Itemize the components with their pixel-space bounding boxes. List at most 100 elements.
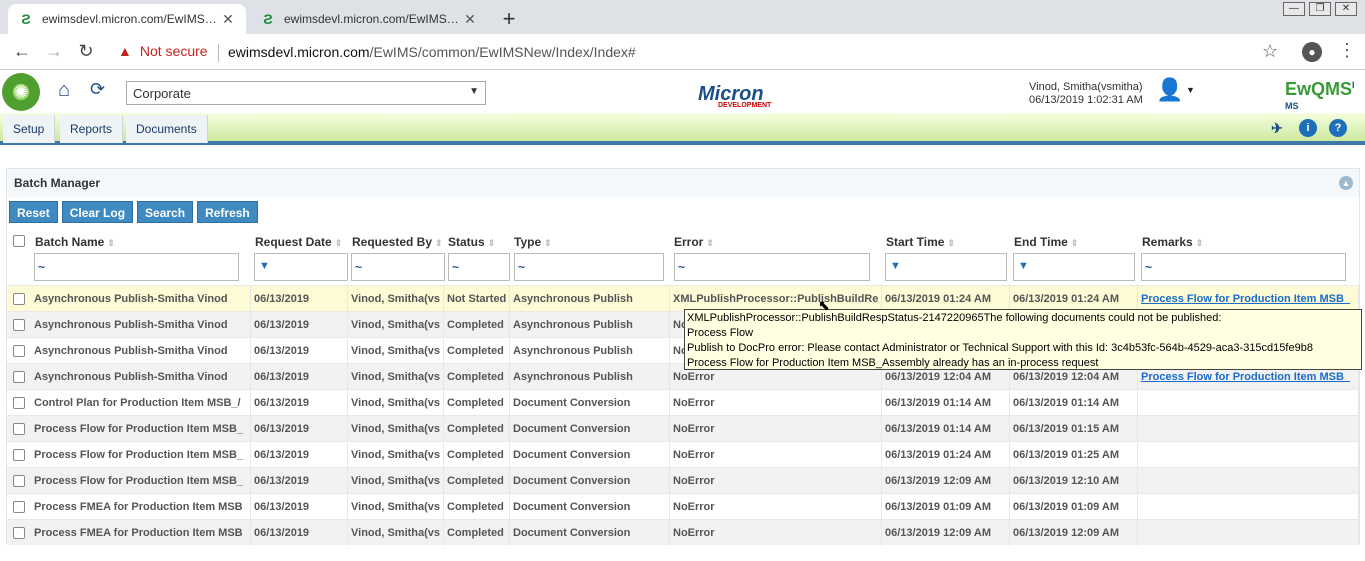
app-logo-icon[interactable]: ✺ [2,73,40,111]
table-cell: Document Conversion [510,468,670,494]
table-cell: Asynchronous Publish-Smitha Vinod [31,312,251,338]
table-cell: Process FMEA for Production Item MSB [31,494,251,520]
clear-log-button[interactable]: Clear Log [61,201,134,223]
browser-tab-1[interactable]: Ƨ ewimsdevl.micron.com/EwIMS/co ✕ [8,4,246,34]
column-header[interactable]: Status ⇕ [444,235,510,249]
minimize-icon[interactable]: — [1283,2,1305,16]
reset-button[interactable]: Reset [9,201,58,223]
browser-menu-icon[interactable]: ⋮ [1338,40,1356,61]
row-checkbox[interactable] [13,293,25,305]
column-header[interactable]: Error ⇕ [670,235,882,249]
forward-arrow-icon[interactable]: → [42,41,66,62]
sort-icon: ⇕ [706,238,714,248]
row-checkbox[interactable] [13,423,25,435]
table-cell: 06/13/2019 [251,468,348,494]
filter-requested-by[interactable] [351,253,445,281]
filter-error[interactable] [674,253,870,281]
help-icon[interactable]: ? [1329,119,1347,137]
column-header[interactable]: Start Time ⇕ [882,235,1010,249]
site-favicon-icon: Ƨ [21,11,31,27]
close-tab-icon[interactable]: ✕ [220,11,236,28]
filter-remarks[interactable] [1141,253,1346,281]
new-tab-button[interactable]: + [498,6,520,32]
table-cell[interactable] [1138,520,1359,546]
security-indicator[interactable]: ▲ Not secure [118,43,208,59]
table-row[interactable]: Process FMEA for Production Item MSB 06/1… [7,519,1359,546]
account-icon[interactable]: ● [1302,42,1322,62]
row-checkbox[interactable] [13,319,25,331]
sort-icon: ⇕ [1070,238,1079,248]
table-cell: Asynchronous Publish [510,286,670,312]
collapse-icon[interactable]: ▲ [1339,176,1353,190]
table-cell[interactable] [1138,416,1359,442]
search-button[interactable]: Search [137,201,194,223]
pin-icon[interactable]: ✈ [1268,119,1286,137]
refresh-app-icon[interactable]: ⟳ [90,79,105,100]
filter-input[interactable] [34,253,239,281]
menu-item-reports[interactable]: Reports [60,115,124,143]
filter-input[interactable] [514,253,664,281]
browser-tab-2[interactable]: Ƨ ewimsdevl.micron.com/EwIMS/co ✕ [250,4,488,34]
site-select[interactable]: Corporate ▼ [126,81,486,105]
table-row[interactable]: Asynchronous Publish-Smitha Vinod 06/13/2… [7,285,1359,312]
column-header[interactable]: Remarks ⇕ [1138,235,1358,249]
info-icon[interactable]: i [1299,119,1317,137]
restore-icon[interactable]: ❐ [1309,2,1331,16]
menu-item-setup[interactable]: Setup [3,115,56,143]
filter-batch-name[interactable] [34,253,239,281]
table-row[interactable]: Process Flow for Production Item MSB_ 06/… [7,441,1359,468]
back-arrow-icon[interactable]: ← [10,41,34,62]
row-checkbox[interactable] [13,345,25,357]
filter-input[interactable] [885,253,1007,281]
close-window-icon[interactable]: ✕ [1335,2,1357,16]
table-cell: 06/13/2019 [251,286,348,312]
filter-input[interactable] [351,253,445,281]
filter-start-time[interactable]: ▼ [885,253,1007,281]
table-row[interactable]: Control Plan for Production Item MSB_/06… [7,389,1359,416]
table-cell[interactable] [1138,494,1359,520]
filter-request-date[interactable]: ▼ [254,253,348,281]
column-header[interactable]: End Time ⇕ [1010,235,1138,249]
column-header-label: End Time [1014,235,1068,249]
filter-status[interactable] [448,253,510,281]
select-all-checkbox[interactable] [13,235,25,247]
chevron-down-icon[interactable]: ▼ [1186,85,1195,95]
column-header[interactable]: Type ⇕ [510,235,670,249]
table-cell: 06/13/2019 [251,416,348,442]
table-row[interactable]: Process Flow for Production Item MSB_ 06/… [7,415,1359,442]
home-icon[interactable]: ⌂ [58,79,70,102]
table-row[interactable]: Process Flow for Production Item MSB_ 06/… [7,467,1359,494]
filter-type[interactable] [514,253,664,281]
reload-icon[interactable]: ↻ [74,41,98,62]
column-header[interactable]: Batch Name ⇕ [31,235,251,249]
row-checkbox[interactable] [13,371,25,383]
filter-input[interactable] [1141,253,1346,281]
table-cell: 06/13/2019 01:25 AM [1010,442,1138,468]
row-checkbox[interactable] [13,527,25,539]
table-row[interactable]: Process FMEA for Production Item MSB 06/1… [7,493,1359,520]
bookmark-star-icon[interactable]: ☆ [1262,41,1278,62]
avatar-icon[interactable]: 👤 [1156,77,1183,107]
window-controls: — ❐ ✕ [1283,2,1357,16]
row-checkbox[interactable] [13,449,25,461]
table-cell: NoError [670,416,882,442]
row-checkbox[interactable] [13,501,25,513]
column-header[interactable]: Request Date ⇕ [251,235,351,249]
filter-end-time[interactable]: ▼ [1013,253,1135,281]
browser-tab-bar: Ƨ ewimsdevl.micron.com/EwIMS/co ✕ Ƨ ewim… [0,0,1365,34]
panel-title: Batch Manager [14,176,101,190]
column-header[interactable]: Requested By ⇕ [348,235,445,249]
menu-item-documents[interactable]: Documents [126,115,208,143]
table-cell: NoError [670,468,882,494]
table-cell[interactable] [1138,390,1359,416]
table-cell[interactable] [1138,468,1359,494]
filter-input[interactable] [1013,253,1135,281]
close-tab-icon[interactable]: ✕ [462,11,478,28]
row-checkbox[interactable] [13,397,25,409]
refresh-button[interactable]: Refresh [197,201,258,223]
url-field[interactable]: ewimsdevl.micron.com/EwIMS/common/EwIMSN… [228,44,636,60]
table-cell[interactable] [1138,442,1359,468]
row-checkbox[interactable] [13,475,25,487]
filter-input[interactable] [674,253,870,281]
filter-input[interactable] [448,253,510,281]
